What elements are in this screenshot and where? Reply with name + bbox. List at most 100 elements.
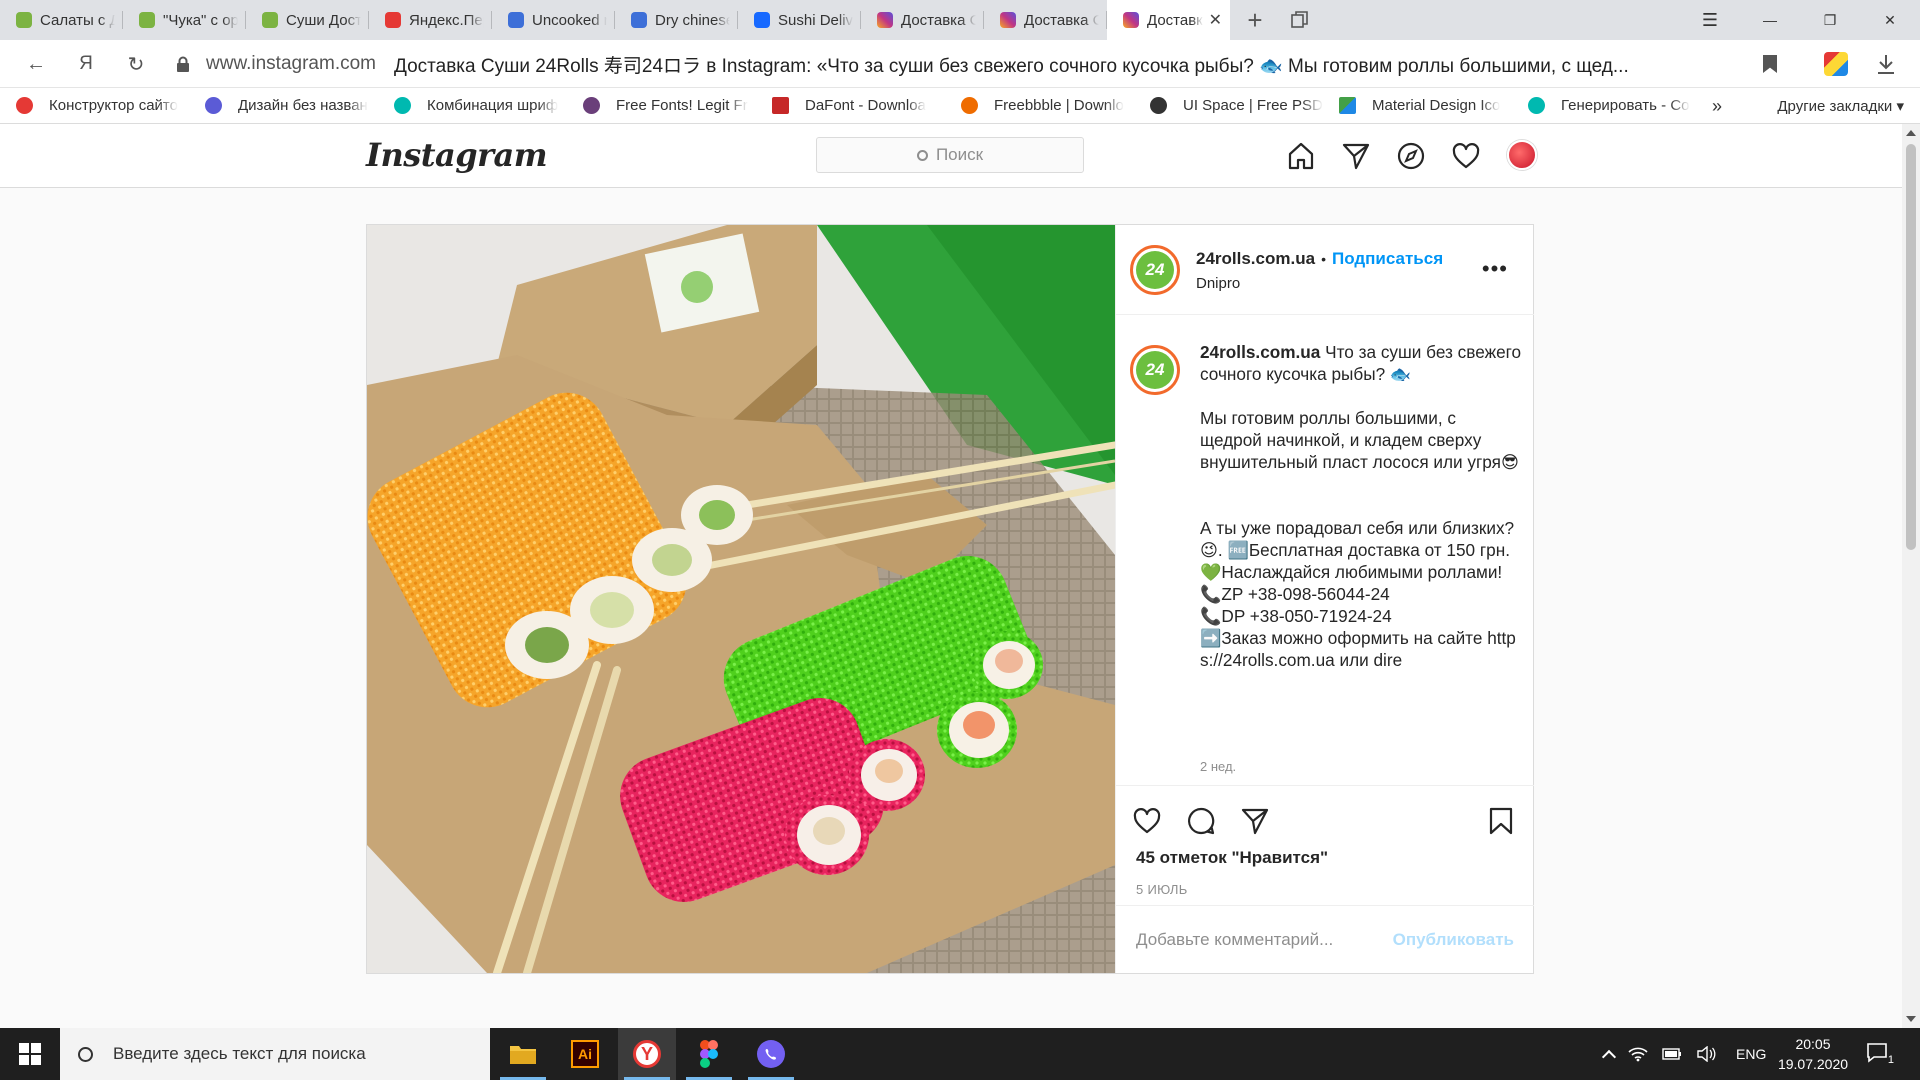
bookmark-favicon [394,97,411,114]
scroll-up-arrow[interactable] [1906,130,1916,136]
account-username[interactable]: 24rolls.com.ua [1196,249,1315,269]
browser-tab[interactable]: Dry chinese n [615,0,738,40]
bookmark-item[interactable]: Генерировать - Co [1528,97,1703,114]
taskbar-clock[interactable]: 20:05 19.07.2020 [1776,1034,1850,1074]
extension-icon[interactable] [1824,52,1848,76]
bookmark-item[interactable]: Material Design Ico [1339,97,1528,114]
post-photo[interactable] [367,225,1115,973]
notifications-button[interactable]: 1 [1866,1042,1894,1066]
bookmark-item[interactable]: Дизайн без назван [205,97,394,114]
other-bookmarks-button[interactable]: Другие закладки ▾ [1777,88,1904,124]
share-icon[interactable] [1240,806,1270,836]
start-button[interactable] [0,1028,60,1080]
wifi-icon[interactable] [1628,1046,1648,1062]
caption-line: А ты уже порадовал себя или близких?😉. 🆓… [1200,518,1515,560]
home-icon[interactable] [1286,141,1316,171]
bookmarks-overflow-button[interactable]: » [1712,88,1722,124]
address-host: www.instagram.com [206,53,376,74]
taskbar-search-input[interactable]: Введите здесь текст для поиска [60,1028,490,1080]
yandex-home-button[interactable]: Я [74,52,98,76]
bookmark-item[interactable]: UI Space | Free PSD [1150,97,1339,114]
viber-app[interactable] [742,1028,800,1080]
comment-icon[interactable] [1186,806,1216,836]
browser-tab[interactable]: "Чука" с орех [123,0,246,40]
window-minimize-button[interactable]: — [1740,0,1800,40]
browser-tab[interactable]: Салаты с Дос [0,0,123,40]
windows-taskbar: Введите здесь текст для поиска Ai Y ENG … [0,1028,1920,1080]
post-date: 5 ИЮЛЬ [1136,882,1188,897]
browser-tab[interactable]: Яндекс.Перев [369,0,492,40]
address-bar[interactable]: www.instagram.com Доставка Суши 24Rolls … [176,46,1772,82]
bookmark-item[interactable]: Freebbble | Downlo [961,97,1150,114]
explore-icon[interactable] [1396,141,1426,171]
scroll-down-arrow[interactable] [1906,1016,1916,1022]
profile-avatar[interactable] [1507,140,1537,170]
notification-center-icon [1867,1043,1887,1063]
direct-icon[interactable] [1341,141,1371,171]
illustrator-icon: Ai [571,1040,599,1068]
back-button[interactable]: ← [24,52,48,76]
sushi-photo-illustration [367,225,1115,973]
search-icon [78,1046,93,1062]
search-input[interactable]: Поиск [816,137,1084,173]
windows-logo-icon [19,1043,41,1065]
tab-close-icon[interactable]: ✕ [1209,10,1222,30]
browser-tab[interactable]: Доставка Сус [984,0,1107,40]
instagram-header: Instagram Поиск [0,124,1902,188]
caption-username[interactable]: 24rolls.com.ua [1200,342,1320,362]
search-icon [916,149,928,161]
publish-comment-button[interactable]: Опубликовать [1393,930,1514,950]
browser-tab[interactable]: Sushi Delivery [738,0,861,40]
browser-menu-icon[interactable]: ☰ [1680,0,1740,40]
bookmark-favicon [1339,97,1356,114]
post-location[interactable]: Dnipro [1196,275,1240,292]
volume-icon[interactable] [1696,1046,1716,1062]
bookmark-item[interactable]: Конструктор сайто [16,97,205,114]
caption-avatar[interactable]: 24 [1130,345,1180,395]
likes-count[interactable]: 45 отметок "Нравится" [1136,848,1328,868]
browser-tab[interactable]: Uncooked nes [492,0,615,40]
tab-favicon [754,12,770,28]
new-tab-button[interactable]: + [1230,0,1280,40]
browser-tab[interactable]: Суши Достав [246,0,369,40]
activity-heart-icon[interactable] [1451,141,1481,171]
downloads-icon[interactable] [1874,52,1898,76]
page-scrollbar[interactable] [1902,124,1920,1028]
figma-app[interactable] [680,1028,738,1080]
bookmark-favicon [1528,97,1545,114]
scroll-thumb[interactable] [1906,144,1916,550]
figma-icon [700,1040,718,1068]
comment-input[interactable]: Добавьте комментарий... [1136,930,1393,950]
post-card: 24 24rolls.com.ua • Подписаться Dnipro •… [366,224,1534,974]
battery-icon[interactable] [1662,1048,1682,1060]
window-close-button[interactable]: ✕ [1860,0,1920,40]
tab-favicon [1000,12,1016,28]
save-bookmark-icon[interactable] [1486,806,1516,836]
tab-favicon [139,12,155,28]
browser-tab-active[interactable]: Доставка С✕ [1107,0,1230,40]
like-heart-icon[interactable] [1132,806,1162,836]
bookmark-item[interactable]: DaFont - Downloa [772,97,961,114]
more-options-icon[interactable]: ••• [1482,258,1508,280]
input-language[interactable]: ENG [1736,1046,1766,1062]
tab-favicon [631,12,647,28]
viber-icon [757,1040,785,1068]
search-placeholder: Поиск [935,145,984,164]
file-explorer-app[interactable] [494,1028,552,1080]
illustrator-app[interactable]: Ai [556,1028,614,1080]
bookmark-item[interactable]: Комбинация шриф [394,97,583,114]
reload-button[interactable]: ↻ [124,52,148,76]
tray-overflow-chevron-icon[interactable] [1601,1049,1617,1065]
bookmark-item[interactable]: Free Fonts! Legit Fr [583,97,772,114]
yandex-browser-app[interactable]: Y [618,1028,676,1080]
header-bullet: • [1321,251,1326,267]
yandex-browser-icon: Y [633,1040,661,1068]
tab-strip: Салаты с Дос "Чука" с орех Суши Достав Я… [0,0,1920,40]
browser-tab[interactable]: Доставка Сус [861,0,984,40]
instagram-logo[interactable]: Instagram [366,136,548,174]
account-avatar[interactable]: 24 [1130,245,1180,295]
follow-button[interactable]: Подписаться [1332,249,1443,269]
tabs-panel-icon[interactable] [1280,0,1320,40]
post-time-ago: 2 нед. [1200,759,1237,774]
window-restore-button[interactable]: ❐ [1800,0,1860,40]
